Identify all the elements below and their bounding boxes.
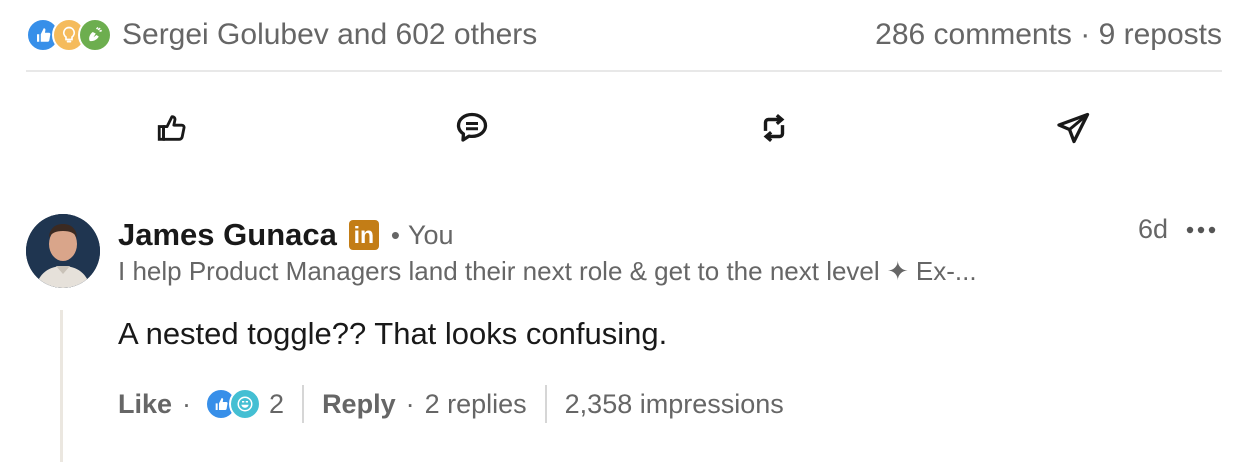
separator-dot: · [182, 388, 192, 419]
comment-timestamp: 6d [1137, 214, 1168, 244]
like-button[interactable] [142, 96, 202, 160]
linkedin-premium-badge-icon: in [348, 220, 379, 250]
bullet-separator: • [390, 219, 400, 250]
send-icon [1057, 112, 1090, 144]
comment-like-button[interactable]: Like [118, 389, 172, 420]
more-dots-icon [1186, 226, 1216, 234]
celebrate-reaction-icon [78, 18, 112, 52]
social-counts-bar: Sergei Golubev and 602 others 286 commen… [26, 14, 1222, 56]
you-label: You [407, 219, 454, 250]
comment-reaction-count[interactable]: 2 [269, 389, 284, 420]
profile-photo-icon [26, 214, 100, 288]
engagement-counts: 286 comments · 9 reposts [875, 18, 1222, 52]
send-button[interactable] [1044, 96, 1104, 160]
replies-count-link[interactable]: 2 replies [425, 389, 527, 420]
post-action-bar [26, 96, 1222, 160]
reply-button[interactable]: Reply [322, 389, 396, 420]
comment-icon [456, 112, 488, 142]
comment-button[interactable] [442, 96, 502, 160]
reactions-summary[interactable]: Sergei Golubev and 602 others [26, 18, 537, 52]
comments-count-link[interactable]: 286 comments [875, 18, 1072, 51]
comment-author-row: James Gunaca in • You [118, 214, 454, 256]
comment-actions-row: Like · 2 Reply · 2 replies 2,358 impress… [118, 384, 784, 424]
reaction-icons[interactable] [26, 18, 112, 52]
comment-text: A nested toggle?? That looks confusing. [118, 316, 668, 351]
divider [26, 70, 1222, 72]
reactors-text[interactable]: Sergei Golubev and 602 others [122, 18, 537, 52]
thumbs-up-icon [157, 115, 186, 141]
separator-dot: · [405, 388, 415, 419]
reposts-count-link[interactable]: 9 reposts [1099, 18, 1222, 51]
thread-line [60, 310, 63, 462]
more-options-button[interactable] [1176, 210, 1226, 250]
repost-icon [763, 113, 785, 143]
repost-button[interactable] [744, 96, 804, 160]
author-name[interactable]: James Gunaca [118, 217, 337, 253]
separator-dot: · [1080, 18, 1091, 51]
avatar[interactable] [26, 214, 100, 288]
impressions-count: 2,358 impressions [564, 388, 784, 419]
vertical-divider [302, 385, 305, 423]
vertical-divider [544, 385, 547, 423]
comment-reactions[interactable] [205, 388, 262, 420]
funny-reaction-icon [229, 388, 262, 420]
author-headline[interactable]: I help Product Managers land their next … [118, 256, 977, 287]
